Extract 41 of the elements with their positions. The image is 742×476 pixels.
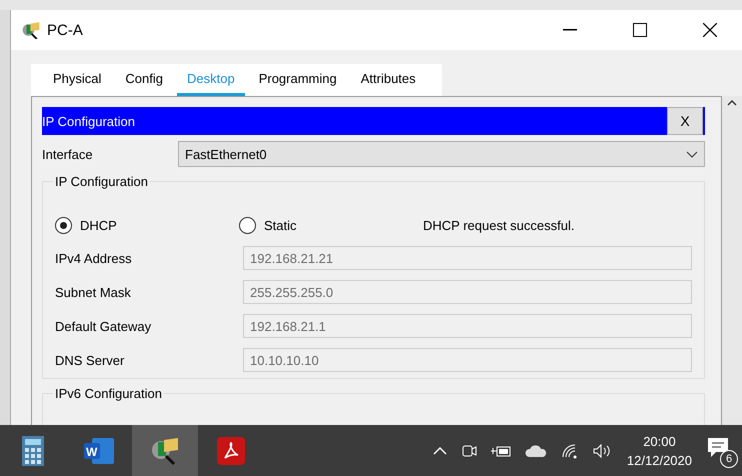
close-button[interactable]: X	[667, 107, 703, 135]
battery-plug-icon[interactable]	[490, 444, 511, 458]
envelope-magnifier-icon	[21, 21, 41, 39]
tab[interactable]: Physical	[43, 64, 112, 96]
taskbar-app[interactable]	[132, 425, 198, 476]
scrollbar[interactable]	[722, 96, 742, 425]
tab[interactable]: Desktop	[177, 64, 245, 96]
panel-title: IP Configuration	[42, 114, 135, 128]
notification-count: 6	[720, 450, 738, 468]
radio-button[interactable]	[55, 217, 72, 234]
group-title: IPv6 Configuration	[53, 386, 164, 401]
clock-time: 20:00	[643, 434, 676, 448]
window-title: PC-A	[47, 22, 84, 38]
interface-dropdown[interactable]: FastEthernet0	[178, 141, 705, 167]
radio-label: Static	[264, 218, 297, 233]
chevron-up-icon[interactable]	[432, 446, 447, 454]
radio-label: DHCP	[80, 218, 117, 233]
field-label: IPv4 Address	[55, 250, 133, 266]
pdf-icon	[217, 436, 245, 464]
close-icon	[703, 23, 717, 37]
chevron-down-icon	[686, 150, 698, 158]
wifi-icon[interactable]	[560, 442, 579, 458]
radio-button[interactable]	[239, 217, 256, 234]
field-label: Default Gateway	[55, 318, 152, 334]
envelope-magnifier-icon	[150, 436, 180, 466]
tab[interactable]: Programming	[248, 64, 347, 96]
taskbar-app[interactable]: W	[66, 425, 132, 476]
cloud-icon[interactable]	[524, 444, 547, 456]
tab[interactable]: Config	[115, 64, 173, 96]
clock[interactable]: 20:00 12/12/2020	[626, 434, 692, 468]
status-text: DHCP request successful.	[423, 218, 574, 233]
clock-date: 12/12/2020	[626, 452, 692, 468]
tab[interactable]: Attributes	[350, 64, 426, 96]
maximize-icon	[633, 23, 647, 37]
field-label: DNS Server	[55, 352, 126, 368]
minimize-icon	[563, 29, 577, 31]
interface-label: Interface	[42, 146, 94, 162]
field-label: Subnet Mask	[55, 284, 132, 300]
group-title: IP Configuration	[53, 174, 150, 189]
chevron-up-icon	[727, 100, 737, 106]
calculator-icon	[22, 436, 44, 466]
